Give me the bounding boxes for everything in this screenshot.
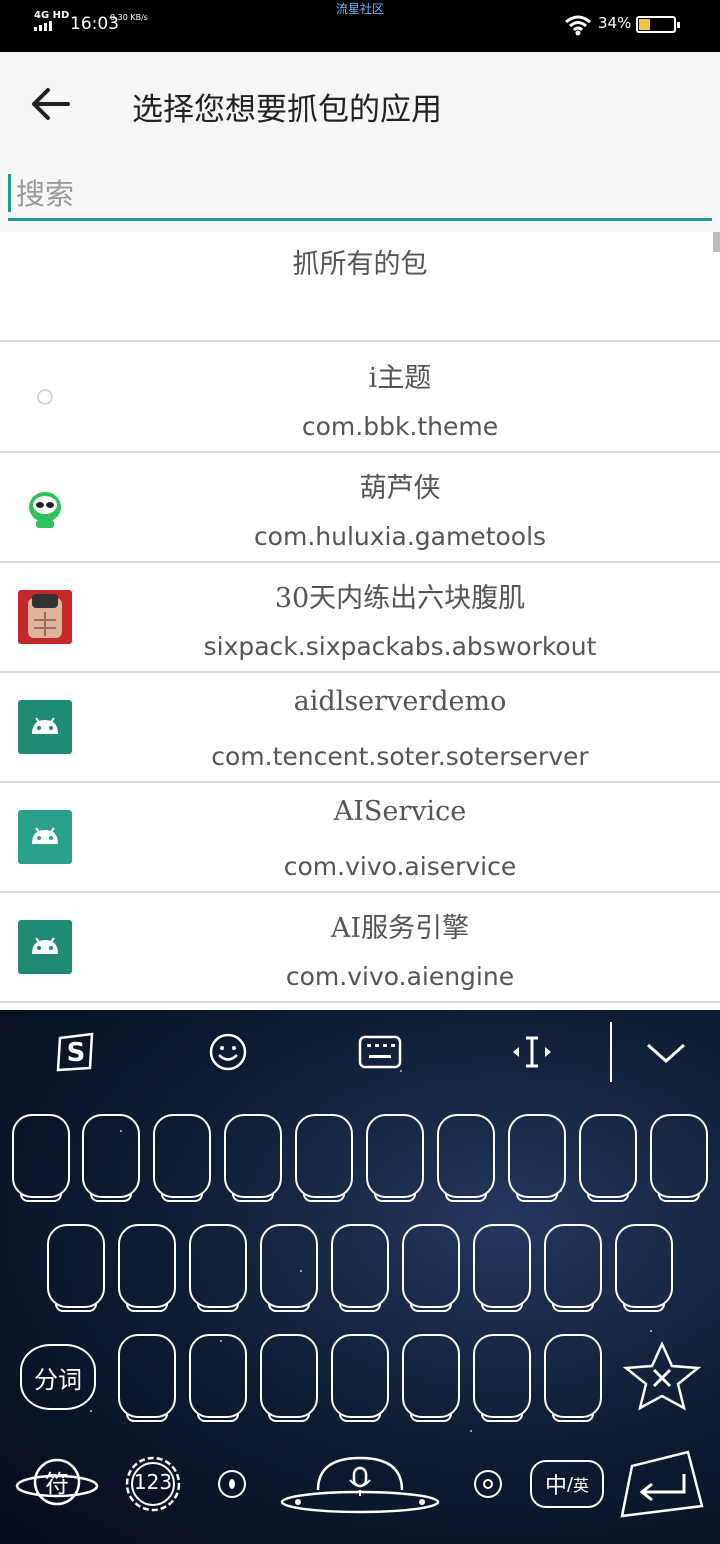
collapse-keyboard-icon[interactable] bbox=[626, 1024, 706, 1080]
svg-text:S: S bbox=[67, 1038, 86, 1068]
app-name: 葫芦侠 bbox=[359, 473, 441, 504]
key[interactable] bbox=[260, 1224, 318, 1312]
all-packets-label: 抓所有的包 bbox=[292, 249, 428, 280]
app-header: 选择您想要抓包的应用 bbox=[0, 52, 720, 232]
key[interactable] bbox=[473, 1334, 531, 1422]
app-package: sixpack.sixpackabs.absworkout bbox=[203, 632, 597, 661]
key[interactable] bbox=[47, 1224, 105, 1312]
key[interactable] bbox=[579, 1114, 637, 1202]
symbol-key[interactable]: 符 bbox=[14, 1450, 100, 1514]
list-item[interactable]: 30天内练出六块腹肌 sixpack.sixpackabs.absworkout bbox=[0, 562, 720, 673]
comma-key[interactable] bbox=[218, 1470, 246, 1498]
delete-key[interactable] bbox=[620, 1338, 704, 1414]
key[interactable] bbox=[650, 1114, 708, 1202]
language-toggle-key[interactable]: 中 / 英 bbox=[530, 1460, 604, 1508]
split-word-label: 分词 bbox=[34, 1365, 82, 1394]
list-item[interactable]: i主题 com.bbk.theme bbox=[0, 342, 720, 453]
key[interactable] bbox=[118, 1224, 176, 1312]
list-item[interactable]: 葫芦侠 com.huluxia.gametools bbox=[0, 452, 720, 563]
battery-icon bbox=[636, 16, 680, 33]
app-name: i主题 bbox=[368, 363, 432, 394]
key[interactable] bbox=[224, 1114, 282, 1202]
key[interactable] bbox=[82, 1114, 140, 1202]
enter-arrow-icon bbox=[620, 1450, 704, 1518]
battery-percent: 34% bbox=[598, 14, 632, 32]
app-name: AIService bbox=[333, 796, 467, 827]
lang-en-label: 英 bbox=[573, 1476, 590, 1495]
enter-key[interactable] bbox=[618, 1446, 708, 1520]
key[interactable] bbox=[473, 1224, 531, 1312]
key[interactable] bbox=[615, 1224, 673, 1312]
key[interactable] bbox=[437, 1114, 495, 1202]
key[interactable] bbox=[153, 1114, 211, 1202]
search-field[interactable] bbox=[8, 172, 712, 221]
app-name: AI服务引擎 bbox=[330, 913, 470, 944]
key[interactable] bbox=[189, 1224, 247, 1312]
toolbar-divider bbox=[610, 1022, 612, 1082]
list-item-all-packets[interactable]: 抓所有的包 bbox=[0, 232, 720, 342]
list-item[interactable]: aidlserverdemo com.tencent.soter.soterse… bbox=[0, 672, 720, 783]
keyboard-switch-icon[interactable] bbox=[340, 1024, 420, 1080]
split-word-key[interactable]: 分词 bbox=[20, 1344, 96, 1410]
emoji-icon[interactable] bbox=[188, 1024, 268, 1080]
status-bar: 4G HD 16:03 0.30 KB/s 流星社区 34% bbox=[0, 0, 720, 52]
search-input[interactable] bbox=[14, 172, 708, 216]
app-name: aidlserverdemo bbox=[293, 686, 507, 717]
key[interactable] bbox=[544, 1334, 602, 1422]
key[interactable] bbox=[331, 1334, 389, 1422]
lang-zh-label: 中 bbox=[544, 1474, 567, 1499]
app-name: 30天内练出六块腹肌 bbox=[274, 583, 526, 614]
ring-icon bbox=[18, 370, 72, 424]
soft-keyboard: S 分词 符 123 中 / 英 bbox=[0, 1010, 720, 1544]
text-cursor bbox=[8, 174, 11, 212]
android-icon bbox=[18, 810, 72, 864]
sixpack-icon bbox=[18, 590, 72, 644]
space-key[interactable] bbox=[278, 1450, 442, 1518]
android-icon bbox=[18, 920, 72, 974]
android-icon bbox=[18, 700, 72, 754]
key[interactable] bbox=[295, 1114, 353, 1202]
sogou-logo-icon[interactable]: S bbox=[36, 1024, 116, 1080]
delete-star-icon bbox=[622, 1340, 702, 1411]
numbers-key[interactable]: 123 bbox=[116, 1450, 190, 1514]
key[interactable] bbox=[508, 1114, 566, 1202]
key[interactable] bbox=[544, 1224, 602, 1312]
back-arrow-icon[interactable] bbox=[28, 84, 72, 124]
symbol-label: 符 bbox=[45, 1470, 69, 1498]
app-package: com.vivo.aiservice bbox=[283, 852, 517, 881]
period-key[interactable] bbox=[474, 1470, 502, 1498]
key[interactable] bbox=[118, 1334, 176, 1422]
signal-bars-icon bbox=[34, 21, 52, 31]
app-package: com.bbk.theme bbox=[301, 412, 499, 441]
wifi-icon bbox=[565, 15, 591, 36]
app-package: com.tencent.soter.soterserver bbox=[211, 742, 589, 771]
huluxia-icon bbox=[18, 480, 72, 534]
app-package: com.vivo.aiengine bbox=[285, 962, 515, 991]
key[interactable] bbox=[331, 1224, 389, 1312]
numbers-label: 123 bbox=[133, 1470, 173, 1494]
app-list[interactable]: 抓所有的包 i主题 com.bbk.theme 葫芦侠 com.huluxia.… bbox=[0, 232, 720, 1010]
cursor-move-icon[interactable] bbox=[492, 1024, 572, 1080]
key[interactable] bbox=[12, 1114, 70, 1202]
key[interactable] bbox=[366, 1114, 424, 1202]
key[interactable] bbox=[260, 1334, 318, 1422]
page-title: 选择您想要抓包的应用 bbox=[132, 92, 442, 128]
ufo-microphone-icon bbox=[280, 1456, 440, 1514]
key[interactable] bbox=[402, 1334, 460, 1422]
key[interactable] bbox=[189, 1334, 247, 1422]
list-item[interactable]: AIService com.vivo.aiservice bbox=[0, 782, 720, 893]
app-package: com.huluxia.gametools bbox=[253, 522, 547, 551]
key[interactable] bbox=[402, 1224, 460, 1312]
list-item[interactable]: AI服务引擎 com.vivo.aiengine bbox=[0, 892, 720, 1003]
